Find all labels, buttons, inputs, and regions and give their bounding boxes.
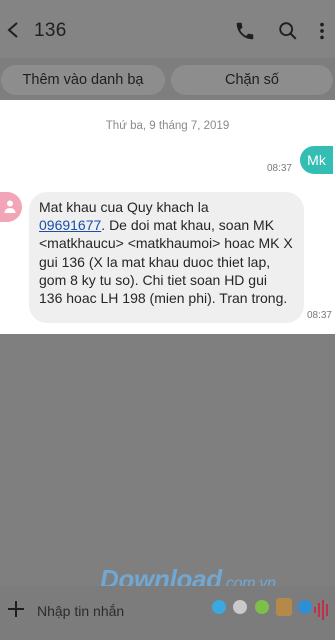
more-options-icon[interactable] <box>313 20 331 42</box>
plus-icon[interactable] <box>7 600 25 618</box>
search-icon[interactable] <box>277 20 299 42</box>
phone-number-link[interactable]: 09691677 <box>39 217 101 233</box>
gray-dot-icon[interactable] <box>233 600 247 614</box>
compose-bar: Nhập tin nhắn <box>0 586 335 640</box>
sticker-icon[interactable] <box>276 598 292 616</box>
block-number-button[interactable]: Chặn số <box>171 65 333 95</box>
outgoing-message-bubble[interactable]: Mk <box>300 146 333 174</box>
add-to-contacts-button[interactable]: Thêm vào danh bạ <box>1 65 165 95</box>
conversation-title: 136 <box>34 20 67 41</box>
avatar[interactable] <box>0 192 22 222</box>
phone-icon[interactable] <box>234 20 256 42</box>
top-app-bar: 136 <box>0 0 335 58</box>
voice-wave-icon[interactable] <box>312 596 332 624</box>
green-dot-icon[interactable] <box>255 600 269 614</box>
person-icon <box>4 200 16 213</box>
incoming-timestamp: 08:37 <box>306 310 332 321</box>
date-separator: Thứ ba, 9 tháng 7, 2019 <box>105 120 230 132</box>
conversation-panel: Thứ ba, 9 tháng 7, 2019 08:37 Mk Mat kha… <box>0 100 335 334</box>
outgoing-timestamp: 08:37 <box>266 163 292 174</box>
action-buttons-row: Thêm vào danh bạ Chặn số <box>0 58 335 98</box>
blue-circle-icon[interactable] <box>298 600 312 614</box>
incoming-message-bubble[interactable]: Mat khau cua Quy khach la 09691677. De d… <box>29 192 304 323</box>
message-text: Mat khau cua Quy khach la <box>39 199 209 215</box>
back-arrow-icon[interactable] <box>4 18 24 42</box>
blue-dot-icon[interactable] <box>212 600 226 614</box>
message-input[interactable]: Nhập tin nhắn <box>37 603 124 619</box>
